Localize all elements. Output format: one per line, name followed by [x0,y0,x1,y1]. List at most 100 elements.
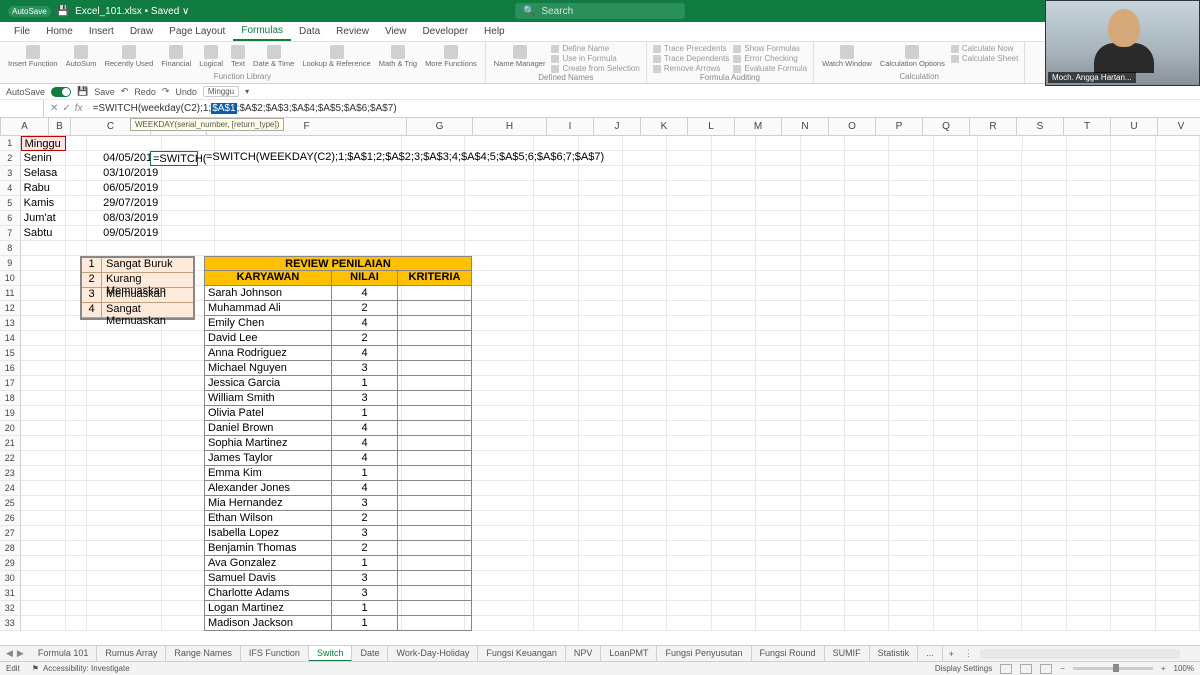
cell-R3[interactable] [934,166,978,181]
cell-N32[interactable] [756,601,800,616]
col-header-Q[interactable]: Q [923,118,970,135]
row-header-23[interactable]: 23 [0,466,21,481]
cell-I31[interactable] [534,586,578,601]
cell-T23[interactable] [1022,466,1066,481]
col-header-B[interactable]: B [49,118,71,135]
sheet-tab-fungsi-round[interactable]: Fungsi Round [752,646,825,662]
cell-S9[interactable] [978,256,1022,271]
cell-V11[interactable] [1111,286,1155,301]
cell-B30[interactable] [66,571,87,586]
cell-R28[interactable] [934,541,978,556]
cell-S8[interactable] [978,241,1022,256]
cell-M15[interactable] [712,346,756,361]
cell-L4[interactable] [667,181,711,196]
cell-J13[interactable] [579,316,623,331]
cell-S26[interactable] [978,511,1022,526]
cell-K22[interactable] [623,451,667,466]
col-header-G[interactable]: G [407,118,473,135]
cell-A28[interactable] [21,541,66,556]
cell-O25[interactable] [801,496,845,511]
cell-J24[interactable] [579,481,623,496]
cell-I32[interactable] [534,601,578,616]
cell-O2[interactable] [801,151,845,166]
cell-C28[interactable] [87,541,162,556]
menu-data[interactable]: Data [291,23,328,40]
cell-K8[interactable] [623,241,667,256]
cell-C31[interactable] [87,586,162,601]
cell-W4[interactable] [1156,181,1200,196]
cell-Q11[interactable] [889,286,933,301]
cell-M1[interactable] [712,136,756,151]
cell-U21[interactable] [1067,436,1111,451]
cell-B19[interactable] [66,406,87,421]
cell-F8[interactable] [215,241,402,256]
cell-B31[interactable] [66,586,87,601]
cell-U27[interactable] [1067,526,1111,541]
cell-T16[interactable] [1022,361,1066,376]
cell-L32[interactable] [667,601,711,616]
cell-L31[interactable] [667,586,711,601]
cell-N7[interactable] [756,226,800,241]
cell-N27[interactable] [756,526,800,541]
cell-K6[interactable] [623,211,667,226]
cell-B1[interactable] [66,136,87,151]
cell-R27[interactable] [934,526,978,541]
search-box[interactable]: 🔍 Search [515,3,685,19]
menu-file[interactable]: File [6,23,38,40]
cell-P15[interactable] [845,346,889,361]
cell-B26[interactable] [66,511,87,526]
cell-C24[interactable] [87,481,162,496]
autosave-pill[interactable]: AutoSave [8,6,51,17]
table-row[interactable]: Emma Kim1 [204,466,472,481]
cell-Q26[interactable] [889,511,933,526]
cell-I7[interactable] [534,226,578,241]
cell-M13[interactable] [712,316,756,331]
cell-V8[interactable] [1111,241,1155,256]
filename[interactable]: Excel_101.xlsx • Saved ∨ [75,6,189,17]
cell-H10[interactable] [465,271,535,286]
display-settings[interactable]: Display Settings [935,664,992,673]
cell-K21[interactable] [623,436,667,451]
row-header-12[interactable]: 12 [0,301,21,316]
cell-V3[interactable] [1111,166,1155,181]
cell-H15[interactable] [465,346,535,361]
cell-Q16[interactable] [889,361,933,376]
horizontal-scrollbar[interactable] [980,649,1180,659]
cell-O13[interactable] [801,316,845,331]
cell-P30[interactable] [845,571,889,586]
cell-T14[interactable] [1022,331,1066,346]
cell-V27[interactable] [1111,526,1155,541]
cell-B2[interactable] [66,151,87,166]
cell-I29[interactable] [534,556,578,571]
cell-O31[interactable] [801,586,845,601]
row-header-15[interactable]: 15 [0,346,21,361]
cell-H17[interactable] [465,376,535,391]
cell-B7[interactable] [66,226,87,241]
cell-T17[interactable] [1022,376,1066,391]
cell-N25[interactable] [756,496,800,511]
cell-W17[interactable] [1156,376,1200,391]
cell-V29[interactable] [1111,556,1155,571]
cell-F4[interactable] [215,181,402,196]
row-header-32[interactable]: 32 [0,601,21,616]
cell-Q10[interactable] [889,271,933,286]
cell-L22[interactable] [667,451,711,466]
cell-K10[interactable] [623,271,667,286]
cell-K32[interactable] [623,601,667,616]
cell-C17[interactable] [87,376,162,391]
recently-used-button[interactable]: Recently Used [102,44,155,69]
cell-J22[interactable] [579,451,623,466]
cell-O30[interactable] [801,571,845,586]
cell-D3[interactable] [162,166,215,181]
cell-N15[interactable] [756,346,800,361]
cell-L7[interactable] [667,226,711,241]
row-header-20[interactable]: 20 [0,421,21,436]
create-from-selection-button[interactable]: Create from Selection [551,64,639,73]
row-header-2[interactable]: 2 [0,151,21,166]
cell-M14[interactable] [712,331,756,346]
row-header-1[interactable]: 1 [0,136,21,151]
formula-input[interactable]: =SWITCH(weekday(C2);1;$A$1;$A$2;$A$3;$A$… [89,103,1200,114]
cell-I18[interactable] [534,391,578,406]
evaluate-formula-button[interactable]: Evaluate Formula [733,64,807,73]
cell-G8[interactable] [402,241,464,256]
